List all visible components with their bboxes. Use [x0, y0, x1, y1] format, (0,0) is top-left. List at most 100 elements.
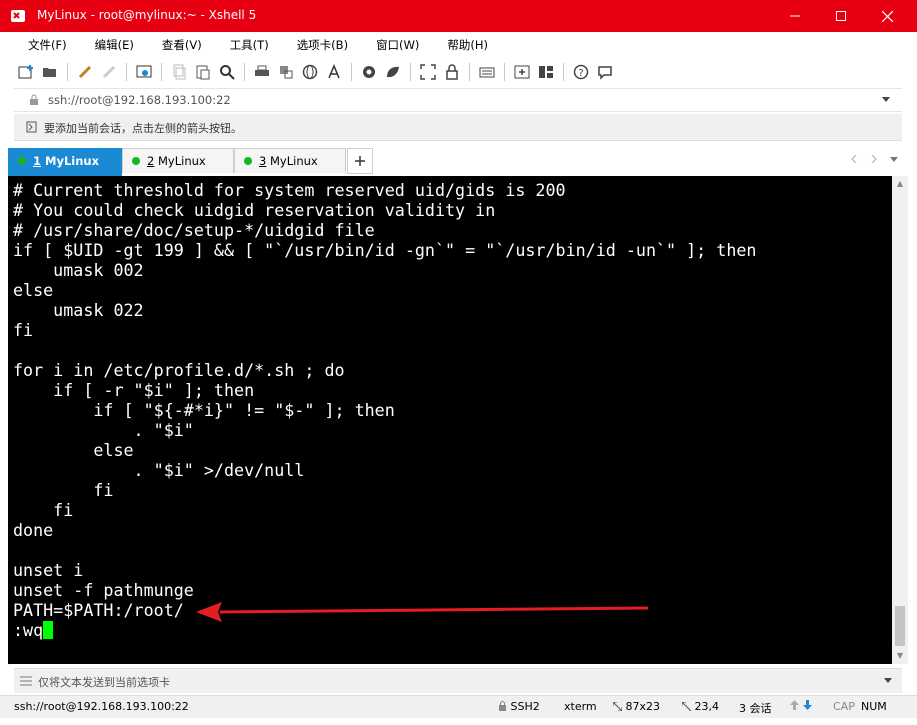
plus-icon: [355, 156, 365, 166]
tab-label: MyLinux: [266, 154, 318, 168]
svg-text:?: ?: [578, 68, 583, 79]
hint-text: 要添加当前会话，点击左侧的箭头按钮。: [44, 122, 242, 135]
status-num: NUM: [861, 700, 887, 713]
chevron-down-icon[interactable]: [882, 97, 890, 103]
help-icon[interactable]: ?: [572, 63, 590, 81]
new-tab-button[interactable]: [347, 148, 373, 174]
toolbar-separator: [469, 63, 470, 81]
hint-bar: 要添加当前会话，点击左侧的箭头按钮。: [14, 114, 902, 141]
scroll-down-icon[interactable]: ▼: [892, 648, 908, 664]
menu-help[interactable]: 帮助(H): [447, 37, 488, 53]
globe-icon[interactable]: [301, 63, 319, 81]
toolbar-separator: [126, 63, 127, 81]
keyboard-icon[interactable]: [478, 63, 496, 81]
protocol-label: SSH2: [510, 700, 540, 713]
menu-file[interactable]: 文件(F): [28, 37, 67, 53]
xshell-app-icon: [11, 10, 25, 22]
tab-bar: 1 MyLinux 2 MyLinux 3 MyLinux: [8, 148, 908, 176]
xmanager-icon[interactable]: [384, 63, 402, 81]
fullscreen-icon[interactable]: [419, 63, 437, 81]
resize-icon: [612, 701, 623, 712]
chevron-down-icon[interactable]: [884, 678, 892, 684]
window-right-edge: [909, 32, 917, 725]
compose-placeholder: 仅将文本发送到当前选项卡: [38, 676, 170, 689]
chat-icon[interactable]: [596, 63, 614, 81]
size-label: 87x23: [625, 700, 661, 713]
tab-scroll-arrows[interactable]: [851, 153, 898, 166]
toolbar-separator: [67, 63, 68, 81]
annotation-arrow: [196, 602, 649, 622]
address-value[interactable]: ssh://root@192.168.193.100:22: [48, 93, 231, 107]
xshell-window: MyLinux - root@mylinux:~ - Xshell 5 文件(F…: [0, 0, 917, 725]
add-session-arrow-icon[interactable]: [26, 121, 38, 133]
font-icon[interactable]: [325, 63, 343, 81]
status-protocol: SSH2: [498, 700, 540, 713]
download-arrow-icon: [802, 700, 812, 710]
compose-bar[interactable]: 仅将文本发送到当前选项卡: [14, 668, 902, 693]
add-tab-icon[interactable]: [513, 63, 531, 81]
open-folder-icon[interactable]: [41, 63, 59, 81]
compose-menu-icon[interactable]: [20, 676, 32, 686]
status-transfer[interactable]: [790, 700, 812, 713]
status-position: 23,4: [681, 700, 720, 713]
status-bar: ssh://root@192.168.193.100:22 SSH2 xterm…: [0, 695, 917, 718]
maximize-icon: [836, 11, 846, 21]
lock-small-icon: [499, 701, 506, 711]
minimize-icon: [790, 15, 800, 17]
menu-edit[interactable]: 编辑(E): [95, 37, 134, 53]
toolbar-separator: [244, 63, 245, 81]
transfer-icon[interactable]: [277, 63, 295, 81]
tab-label: MyLinux: [154, 154, 206, 168]
title-bar[interactable]: MyLinux - root@mylinux:~ - Xshell 5: [0, 0, 917, 32]
menu-view[interactable]: 查看(V): [162, 37, 202, 53]
tab-number: 1: [33, 154, 42, 168]
toolbar-separator: [351, 63, 352, 81]
connected-dot-icon: [244, 157, 252, 165]
tab-mylinux-2[interactable]: 2 MyLinux: [122, 148, 234, 173]
menu-tab[interactable]: 选项卡(B): [297, 37, 348, 53]
window-title: MyLinux - root@mylinux:~ - Xshell 5: [37, 8, 257, 22]
toolbar-separator: [563, 63, 564, 81]
address-bar[interactable]: ssh://root@192.168.193.100:22: [14, 88, 902, 112]
menu-bar: 文件(F) 编辑(E) 查看(V) 工具(T) 选项卡(B) 窗口(W) 帮助(…: [14, 34, 502, 56]
menu-tools[interactable]: 工具(T): [230, 37, 269, 53]
tab-mylinux-1[interactable]: 1 MyLinux: [8, 148, 122, 176]
toolbar-separator: [504, 63, 505, 81]
menu-window[interactable]: 窗口(W): [376, 37, 419, 53]
paste-icon[interactable]: [194, 63, 212, 81]
properties-icon[interactable]: [135, 63, 153, 81]
toolbar-separator: [410, 63, 411, 81]
toolbar-separator: [161, 63, 162, 81]
minimize-button[interactable]: [772, 0, 818, 32]
upload-arrow-icon: [790, 700, 799, 710]
print-icon[interactable]: [253, 63, 271, 81]
connected-dot-icon: [18, 157, 26, 165]
chevron-right-icon[interactable]: [871, 154, 877, 164]
tab-label: MyLinux: [41, 154, 100, 168]
terminal-area[interactable]: # Current threshold for system reserved …: [8, 176, 892, 664]
connected-dot-icon: [132, 157, 140, 165]
terminal-scrollbar[interactable]: ▲ ▼: [892, 176, 908, 664]
find-icon[interactable]: [218, 63, 236, 81]
tab-mylinux-3[interactable]: 3 MyLinux: [234, 148, 346, 173]
chevron-left-icon[interactable]: [851, 154, 857, 164]
status-terminal-type: xterm: [564, 700, 597, 713]
new-session-icon[interactable]: [17, 63, 35, 81]
reconnect-icon[interactable]: [76, 63, 94, 81]
layout-icon[interactable]: [537, 63, 555, 81]
status-sessions: 3 会话: [739, 702, 772, 715]
lock-icon[interactable]: [443, 63, 461, 81]
tab-list-icon[interactable]: [890, 155, 898, 163]
scroll-up-icon[interactable]: ▲: [892, 176, 908, 192]
copy-icon[interactable]: [170, 63, 188, 81]
position-label: 23,4: [694, 700, 720, 713]
window-left-edge: [0, 32, 8, 725]
xftp-icon[interactable]: [360, 63, 378, 81]
close-icon: [881, 10, 893, 22]
toolbar: ?: [14, 58, 904, 86]
scrollbar-thumb[interactable]: [895, 606, 905, 646]
cursor-position-icon: [681, 701, 692, 712]
disconnect-icon[interactable]: [100, 63, 118, 81]
close-button[interactable]: [864, 0, 910, 32]
maximize-button[interactable]: [818, 0, 864, 32]
